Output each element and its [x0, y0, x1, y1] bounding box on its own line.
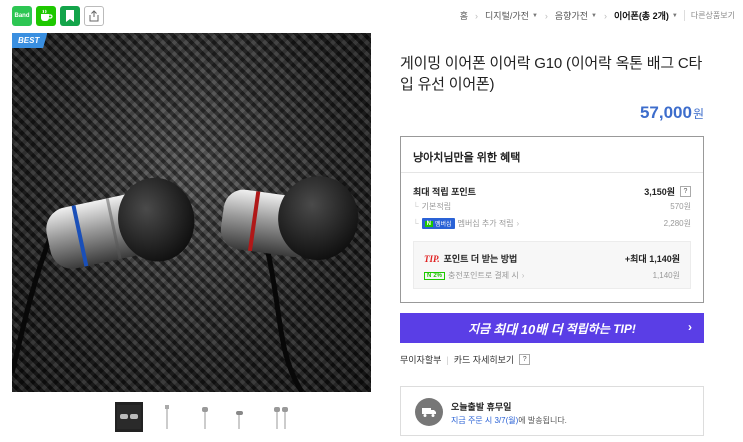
membership-tag-label: 멤버십 — [435, 222, 452, 228]
delivery-prefix: 지금 주문 시 — [451, 416, 493, 425]
max-points-value-group: 3,150원 ? — [644, 185, 691, 198]
share-button[interactable] — [84, 6, 104, 26]
other-products-link[interactable]: 다른상품보기 — [683, 10, 735, 21]
breadcrumb-earphone[interactable]: 이어폰 (총 2개) ▼ — [614, 9, 678, 22]
delivery-info: 오늘출발 휴무일 지금 주문 시 3/7(월)에 발송됩니다. — [400, 386, 704, 436]
max-points-label: 최대 적립 포인트 — [413, 187, 476, 197]
breadcrumb-digital[interactable]: 디지털/가전 ▼ — [485, 9, 538, 22]
delivery-subtitle: 지금 주문 시 3/7(월)에 발송됩니다. — [451, 415, 567, 426]
interest-free-link[interactable]: 무이자할부 — [400, 353, 441, 366]
delivery-date: 3/7(월) — [494, 416, 519, 425]
top-bar: Band 홈 › 디지털/가전 ▼ › 음향가전 ▼ › 이어폰 (총 2개) … — [0, 0, 743, 32]
delivery-suffix: 에 발송됩니다. — [518, 416, 567, 425]
charge-pct-tag: N 2% — [424, 271, 446, 280]
card-detail-link[interactable]: 카드 자세히보기 — [454, 353, 514, 366]
tip-value: +최대 1,140원 — [624, 254, 680, 264]
benefit-box: 냥아치님만을 위한 혜택 최대 적립 포인트 3,150원 ? └ 기본적립 57… — [400, 136, 704, 303]
membership-tag: N 멤버십 — [421, 218, 455, 229]
link-separator: | — [446, 354, 449, 365]
cta-suffix: 적립하는 TIP! — [565, 321, 636, 336]
tree-branch-icon: └ — [413, 202, 419, 211]
band-share-button[interactable]: Band — [12, 6, 32, 26]
charge-pct: 2% — [433, 272, 443, 279]
thumbnail-image — [165, 405, 169, 429]
caret-down-icon: ▼ — [671, 12, 678, 19]
bookmark-icon — [66, 10, 74, 22]
thumbnail-4[interactable] — [229, 402, 257, 432]
chevron-right-icon: › — [516, 219, 520, 228]
charge-points-row[interactable]: N 2% 충전포인트로 결제 시 › 1,140원 — [424, 270, 680, 281]
truck-glyph — [422, 408, 436, 417]
cafe-share-button[interactable] — [36, 6, 56, 26]
product-title: 게이밍 이어폰 이어락 G10 (이어락 옥톤 배그 C타입 유선 이어폰) — [400, 55, 703, 93]
breadcrumb-earphone-label: 이어폰 — [613, 11, 639, 21]
cta-strong: 최대 10배 더 — [493, 321, 563, 337]
price-value: 57,000 — [639, 103, 692, 122]
thumbnail-image — [274, 407, 288, 429]
earphones-illustration — [12, 176, 359, 392]
breadcrumb: 홈 › 디지털/가전 ▼ › 음향가전 ▼ › 이어폰 (총 2개) ▼ 다른상… — [460, 9, 735, 22]
breadcrumb-audio-label: 음향가전 — [554, 11, 589, 21]
membership-points-label: 멤버십 추가 적립 — [457, 219, 514, 228]
basic-points-row: └ 기본적립 570원 — [413, 201, 691, 212]
caret-down-icon: ▼ — [591, 12, 597, 19]
tip-label: TIP. — [424, 254, 440, 264]
tip-text: 포인트 더 받는 방법 — [443, 254, 518, 264]
product-price: 57,000원 — [640, 103, 704, 123]
help-icon[interactable]: ? — [519, 354, 531, 365]
charge-points-value: 1,140원 — [652, 271, 680, 280]
tip-row: TIP. 포인트 더 받는 방법 +최대 1,140원 — [424, 252, 680, 265]
breadcrumb-separator: › — [603, 10, 607, 21]
charge-points-label: 충전포인트로 결제 시 — [448, 271, 519, 280]
delivery-title: 오늘출발 휴무일 — [451, 402, 512, 412]
help-icon[interactable]: ? — [680, 186, 691, 197]
best-badge: BEST — [12, 33, 48, 48]
thumbnail-image — [202, 407, 208, 429]
basic-points-label: 기본적립 — [421, 202, 452, 211]
cta-prefix: 지금 — [468, 321, 491, 336]
naver-n-icon: N — [427, 272, 432, 279]
breadcrumb-digital-label: 디지털/가전 — [485, 11, 529, 21]
breadcrumb-home[interactable]: 홈 — [460, 9, 468, 22]
caret-down-icon: ▼ — [531, 12, 538, 19]
thumbnail-2[interactable] — [153, 402, 181, 432]
max-points-row: 최대 적립 포인트 3,150원 ? — [413, 185, 691, 198]
cafe-icon — [41, 9, 53, 21]
breadcrumb-separator: › — [475, 10, 479, 21]
bookmark-share-button[interactable] — [60, 6, 80, 26]
breadcrumb-count: (총 2개) — [638, 11, 669, 21]
share-icon — [89, 10, 99, 22]
product-main-image[interactable]: BEST — [12, 33, 371, 392]
thumbnail-list — [115, 402, 295, 432]
price-unit: 원 — [692, 107, 704, 121]
thumbnail-1[interactable] — [115, 402, 143, 432]
thumbnail-3[interactable] — [191, 402, 219, 432]
thumbnail-5[interactable] — [267, 402, 295, 432]
points-tip-banner[interactable]: 지금 최대 10배 더 적립하는 TIP! › — [400, 313, 704, 343]
payment-links: 무이자할부 | 카드 자세히보기 ? — [400, 353, 531, 366]
naver-n-icon: N — [424, 220, 434, 227]
benefit-title: 냥아치님만을 위한 혜택 — [413, 152, 521, 164]
thumbnail-image — [117, 405, 141, 429]
membership-points-value: 2,280원 — [663, 219, 691, 228]
basic-points-value: 570원 — [670, 202, 691, 211]
truck-icon — [415, 398, 443, 426]
membership-points-row[interactable]: └ N 멤버십 멤버십 추가 적립 › 2,280원 — [413, 218, 691, 229]
chevron-right-icon: › — [688, 320, 692, 334]
chevron-right-icon: › — [521, 271, 525, 280]
thumbnail-image — [236, 411, 243, 429]
band-icon: Band — [14, 13, 30, 19]
tree-branch-icon: └ — [413, 219, 419, 228]
max-points-value: 3,150원 — [644, 187, 675, 197]
breadcrumb-separator: › — [544, 10, 548, 21]
divider — [401, 172, 703, 173]
tip-box: TIP. 포인트 더 받는 방법 +최대 1,140원 N 2% 충전포인트로 결제… — [413, 241, 691, 289]
breadcrumb-audio[interactable]: 음향가전 ▼ — [555, 9, 597, 22]
